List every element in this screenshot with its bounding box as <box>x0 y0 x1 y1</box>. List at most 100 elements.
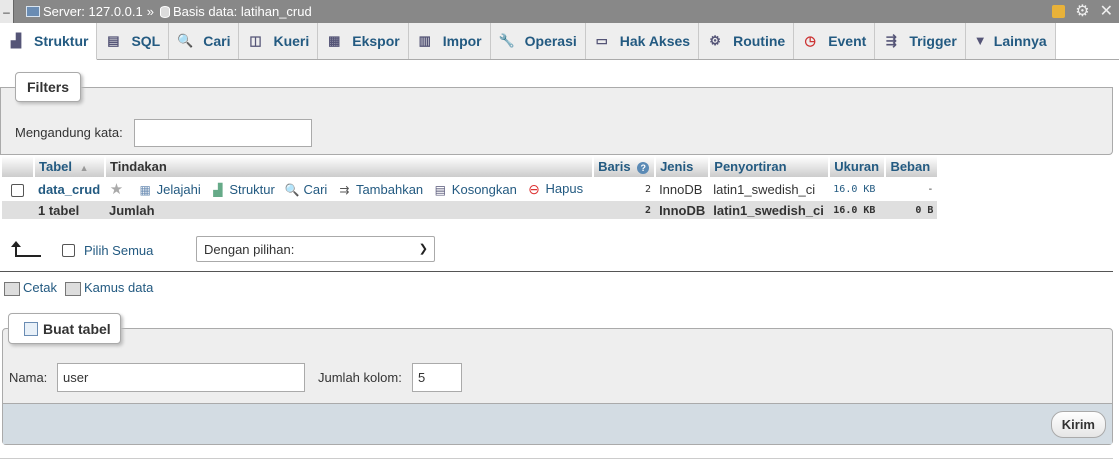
tab-label: Trigger <box>909 33 957 49</box>
overhead-cell: - <box>885 177 938 201</box>
search-link[interactable]: 🔍 Cari <box>284 182 328 197</box>
tab-label: Kueri <box>273 33 310 49</box>
event-icon: ◷ <box>804 33 816 48</box>
header-baris-label: Baris <box>598 159 631 174</box>
submit-button[interactable]: Kirim <box>1050 411 1106 438</box>
export-icon: ▦ <box>328 33 341 48</box>
arrow-left-up-icon <box>11 241 42 257</box>
tab-event[interactable]: ◷ Event <box>794 23 876 59</box>
gear-icon[interactable]: ⚙ <box>1075 3 1089 20</box>
tab-label: SQL <box>131 33 161 49</box>
breadcrumb-separator: » <box>146 4 154 19</box>
header-jenis-label: Jenis <box>660 159 694 174</box>
data-dictionary-link[interactable]: Kamus data <box>64 280 154 296</box>
rows-cell: 2 <box>593 177 656 201</box>
header-tindakan-label: Tindakan <box>110 159 167 174</box>
tab-operasi[interactable]: 🔧 Operasi <box>490 23 586 59</box>
empty-label: Kosongkan <box>451 182 517 197</box>
lock-icon[interactable] <box>1052 5 1066 18</box>
browse-icon: ▦ <box>139 182 151 197</box>
insert-link[interactable]: ⇉ Tambahkan <box>337 182 423 197</box>
server-icon <box>26 6 40 17</box>
size-link[interactable]: 16.0 KB <box>833 184 875 195</box>
privileges-icon: ▭ <box>595 33 608 48</box>
with-selected-select[interactable]: Dengan pilihan: ❯ <box>196 236 435 262</box>
row-checkbox[interactable] <box>11 183 24 197</box>
print-link[interactable]: Cetak <box>4 280 57 296</box>
collapse-navigation-button[interactable]: – <box>0 0 14 23</box>
check-all-checkbox[interactable] <box>62 243 75 257</box>
routine-icon: ⚙ <box>709 33 721 48</box>
breadcrumb-database[interactable]: Basis data: latihan_crud <box>173 4 312 19</box>
table-header-row: Tabel ▲ Tindakan Baris ? Jenis Penyortir… <box>2 156 938 177</box>
column-count-label: Jumlah kolom: <box>318 370 402 385</box>
breadcrumb-server[interactable]: Server: 127.0.0.1 <box>43 4 143 19</box>
actions-cell: ★ ▦ Jelajahi ▟ Struktur 🔍 Cari ⇉ Tambahkan ▤… <box>105 177 594 201</box>
filter-label: Mengandung kata: <box>15 125 123 140</box>
sql-icon: ▤ <box>107 33 120 48</box>
browse-link[interactable]: ▦ Jelajahi <box>138 182 200 197</box>
size-cell[interactable]: 16.0 KB <box>829 177 886 201</box>
collation-cell: latin1_swedish_ci <box>709 177 830 201</box>
tab-label: Event <box>828 33 867 49</box>
filter-input[interactable] <box>134 119 312 147</box>
tab-trigger[interactable]: ⇶ Trigger <box>875 23 966 59</box>
favorite-star[interactable]: ★ <box>109 180 128 198</box>
empty-icon: ▤ <box>434 182 446 197</box>
table-name-input[interactable]: user <box>57 363 305 392</box>
tab-label: Impor <box>442 33 482 49</box>
create-table-fieldset: Buat tabel Nama: user Jumlah kolom: 5 Ki… <box>2 313 1113 445</box>
database-icon <box>159 5 170 18</box>
tab-label: Struktur <box>34 33 89 49</box>
search-icon: 🔍 <box>177 33 194 48</box>
caret-down-icon: ▼ <box>973 33 987 48</box>
header-penyortiran-label: Penyortiran <box>714 159 787 174</box>
column-count-input[interactable]: 5 <box>412 363 462 392</box>
header-baris[interactable]: Baris ? <box>593 156 657 177</box>
new-table-icon <box>24 321 38 336</box>
tab-label: Lainnya <box>993 33 1047 49</box>
header-penyortiran[interactable]: Penyortiran <box>709 156 831 177</box>
create-table-legend: Buat tabel <box>8 313 121 344</box>
tab-struktur[interactable]: ▟ Struktur <box>0 23 98 60</box>
create-table-title: Buat tabel <box>43 320 111 337</box>
structure-link[interactable]: ▟ Struktur <box>210 182 275 197</box>
tab-label: Operasi <box>524 33 577 49</box>
tab-routine[interactable]: ⚙ Routine <box>699 23 795 59</box>
sort-asc-icon: ▲ <box>79 163 89 173</box>
summary-count: 1 tabel <box>34 201 105 219</box>
help-icon[interactable]: ? <box>637 162 650 174</box>
close-icon[interactable]: ✕ <box>1100 3 1113 20</box>
header-ukuran[interactable]: Ukuran <box>829 156 887 177</box>
summary-size: 16.0 KB <box>829 201 886 219</box>
chevron-down-icon: ❯ <box>418 243 428 255</box>
tab-kueri[interactable]: ◫ Kueri <box>239 23 319 59</box>
tab-ekspor[interactable]: ▦ Ekspor <box>318 23 409 59</box>
tab-sql[interactable]: ▤ SQL <box>97 23 170 59</box>
tab-lainnya[interactable]: ▼ Lainnya <box>965 23 1056 59</box>
header-beban[interactable]: Beban <box>885 156 938 177</box>
table-name-link[interactable]: data_crud <box>38 182 100 197</box>
tab-impor[interactable]: ▥ Impor <box>408 23 491 59</box>
summary-empty-cell <box>2 201 34 219</box>
tab-label: Hak Akses <box>619 33 691 49</box>
drop-link[interactable]: ⊖ Hapus <box>526 181 583 196</box>
dictionary-label: Kamus data <box>83 280 154 295</box>
header-jenis[interactable]: Jenis <box>655 156 711 177</box>
bottom-divider <box>0 458 1113 459</box>
header-tindakan: Tindakan <box>105 156 595 177</box>
empty-link[interactable]: ▤ Kosongkan <box>433 182 517 197</box>
drop-label: Hapus <box>545 181 584 196</box>
insert-label: Tambahkan <box>355 182 424 197</box>
header-tabel[interactable]: Tabel ▲ <box>34 156 106 177</box>
create-table-footer: Kirim <box>3 403 1112 444</box>
tab-hak-akses[interactable]: ▭ Hak Akses <box>585 23 700 59</box>
check-all-label[interactable]: Pilih Semua <box>84 243 153 258</box>
star-icon: ★ <box>109 180 124 198</box>
structure-icon: ▟ <box>213 182 223 197</box>
printer-icon <box>4 281 20 296</box>
tab-cari[interactable]: 🔍 Cari <box>169 23 240 59</box>
tab-label: Routine <box>733 33 786 49</box>
insert-icon: ⇉ <box>339 182 350 197</box>
structure-label: Struktur <box>229 182 275 197</box>
